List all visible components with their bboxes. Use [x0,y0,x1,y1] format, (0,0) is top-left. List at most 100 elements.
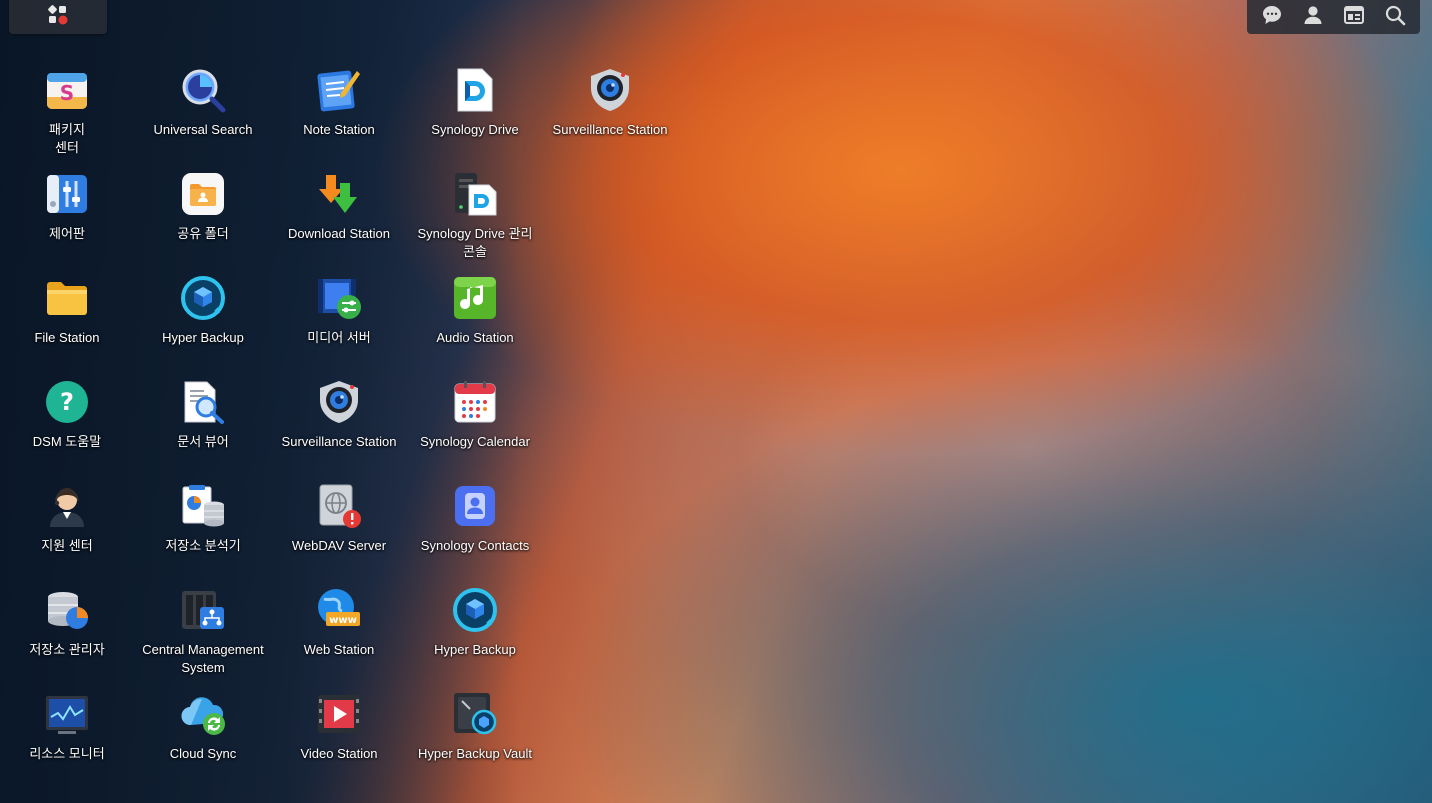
desktop-app-download-station[interactable]: Download Station [271,163,407,267]
user-button[interactable] [1298,2,1328,32]
app-label: 문서 뷰어 [177,434,229,449]
hyper-backup-vault-icon [450,689,500,739]
shared-folder-icon [178,169,228,219]
widgets-button[interactable] [1339,2,1369,32]
app-label: Web Station [303,642,375,657]
desktop-app-note-station[interactable]: Note Station [271,59,407,163]
desktop-app-resource-monitor[interactable]: 리소스 모니터 [0,683,135,787]
app-label: Audio Station [436,330,514,345]
calendar-icon [450,377,500,427]
universal-search-icon [178,65,228,115]
search-icon [1384,4,1406,31]
desktop-app-storage-manager[interactable]: 저장소 관리자 [0,579,135,683]
main-menu-button[interactable] [9,0,107,34]
app-label: Synology Drive 관리 콘솔 [417,226,533,259]
app-label: Surveillance Station [281,434,397,449]
support-center-icon [42,481,92,531]
svg-text:S: S [60,81,74,105]
note-station-icon [314,65,364,115]
audio-station-icon [450,273,500,323]
app-label: 제어판 [49,226,85,241]
app-label: Cloud Sync [169,746,237,761]
widget-panel-icon [1343,4,1365,31]
download-station-icon [314,169,364,219]
desktop-app-universal-search[interactable]: Universal Search [135,59,271,163]
desktop-app-storage-analyzer[interactable]: 저장소 분석기 [135,475,271,579]
desktop-app-control-panel[interactable]: 제어판 [0,163,135,267]
app-label: Hyper Backup [434,642,516,657]
hyper-backup-icon [178,273,228,323]
document-viewer-icon [178,377,228,427]
desktop-app-webdav-server[interactable]: WebDAV Server [271,475,407,579]
desktop-app-central-management-system[interactable]: Central Management System [135,579,271,683]
app-label: 미디어 서버 [307,330,371,345]
desktop-app-drive-admin-console[interactable]: Synology Drive 관리 콘솔 [407,163,543,267]
desktop-app-video-station[interactable]: Video Station [271,683,407,787]
desktop-app-hyper-backup-vault[interactable]: Hyper Backup Vault [407,683,543,787]
user-icon [1302,4,1324,31]
cloud-sync-icon [178,689,228,739]
app-label: Synology Contacts [420,538,530,553]
app-label: Hyper Backup [162,330,244,345]
desktop-app-surveillance-station-2[interactable]: Surveillance Station [542,59,678,163]
hyper-backup-icon [450,585,500,635]
desktop-app-hyper-backup[interactable]: Hyper Backup [135,267,271,371]
surveillance-camera-icon [314,377,364,427]
app-label: Central Management System [142,642,264,675]
desktop-app-hyper-backup-2[interactable]: Hyper Backup [407,579,543,683]
app-label: Synology Drive [431,122,519,137]
resource-monitor-icon [42,689,92,739]
package-center-icon: S [42,65,92,115]
app-label: WebDAV Server [291,538,387,553]
drive-admin-console-icon [450,169,500,219]
app-label: 리소스 모니터 [29,746,105,761]
svg-text:www: www [329,615,357,626]
desktop-app-document-viewer[interactable]: 문서 뷰어 [135,371,271,475]
desktop-app-cloud-sync[interactable]: Cloud Sync [135,683,271,787]
desktop-app-synology-contacts[interactable]: Synology Contacts [407,475,543,579]
desktop-app-package-center[interactable]: S 패키지 센터 [0,59,135,163]
desktop-app-dsm-help[interactable]: ? DSM 도움말 [0,371,135,475]
app-label: 공유 폴더 [177,226,229,241]
webdav-server-icon [314,481,364,531]
app-label: 저장소 관리자 [29,642,105,657]
desktop-app-surveillance-station[interactable]: Surveillance Station [271,371,407,475]
search-button[interactable] [1380,2,1410,32]
desktop-app-synology-drive[interactable]: Synology Drive [407,59,543,163]
desktop-app-shared-folder[interactable]: 공유 폴더 [135,163,271,267]
notifications-button[interactable] [1257,2,1287,32]
desktop-app-audio-station[interactable]: Audio Station [407,267,543,371]
desktop-app-support-center[interactable]: 지원 센터 [0,475,135,579]
desktop-app-file-station[interactable]: File Station [0,267,135,371]
app-label: File Station [34,330,100,345]
folder-icon [42,273,92,323]
app-label: Video Station [300,746,378,761]
app-label: Universal Search [153,122,253,137]
grid-with-notification-dot-icon [47,4,69,31]
system-tray [1247,0,1420,34]
synology-drive-icon [450,65,500,115]
control-panel-icon [42,169,92,219]
desktop-app-web-station[interactable]: www Web Station [271,579,407,683]
desktop-app-media-server[interactable]: 미디어 서버 [271,267,407,371]
app-label: Synology Calendar [420,434,530,449]
desktop-app-synology-calendar[interactable]: Synology Calendar [407,371,543,475]
app-label: 패키지 센터 [49,122,85,155]
media-server-icon [314,273,364,323]
app-label: Download Station [288,226,390,241]
svg-text:?: ? [60,388,74,416]
central-management-icon [178,585,228,635]
contacts-icon [450,481,500,531]
web-station-icon: www [314,585,364,635]
video-station-icon [314,689,364,739]
app-label: 저장소 분석기 [165,538,241,553]
app-label: Note Station [303,122,375,137]
app-label: Surveillance Station [552,122,668,137]
app-label: DSM 도움말 [32,434,102,449]
storage-manager-icon [42,585,92,635]
app-label: 지원 센터 [41,538,93,553]
app-label: Hyper Backup Vault [418,746,532,761]
chat-bubble-icon [1261,4,1283,31]
storage-analyzer-icon [178,481,228,531]
help-icon: ? [42,377,92,427]
